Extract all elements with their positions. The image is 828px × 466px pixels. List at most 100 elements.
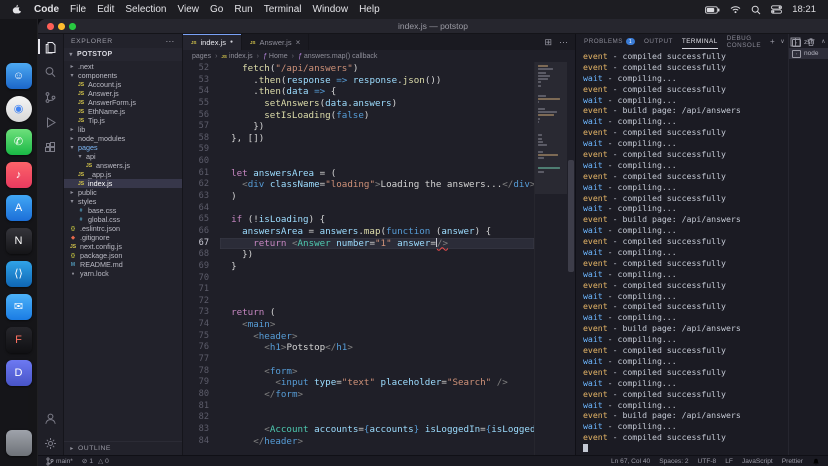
menu-file[interactable]: File bbox=[70, 4, 86, 15]
code-line[interactable]: return ( bbox=[220, 307, 534, 319]
panel-tab-debug-console[interactable]: DEBUG CONSOLE bbox=[727, 34, 761, 49]
source-control-icon[interactable] bbox=[42, 90, 59, 104]
line-number[interactable]: 56 bbox=[183, 110, 209, 122]
line-number[interactable]: 65 bbox=[183, 214, 209, 226]
tree-file-gitignore[interactable]: ◆.gitignore bbox=[64, 233, 182, 242]
menu-go[interactable]: Go bbox=[210, 4, 223, 15]
account-icon[interactable] bbox=[42, 411, 59, 425]
line-number[interactable]: 57 bbox=[183, 121, 209, 133]
menu-help[interactable]: Help bbox=[359, 4, 380, 15]
settings-gear-icon[interactable] bbox=[42, 436, 59, 450]
dock-trash[interactable] bbox=[6, 430, 32, 456]
minimap[interactable] bbox=[534, 62, 567, 455]
tree-file-answer-js[interactable]: JSAnswer.js bbox=[64, 89, 182, 98]
split-editor-icon[interactable]: ⊞ bbox=[544, 37, 552, 48]
terminal-output[interactable]: event - compiled successfullyevent - com… bbox=[576, 49, 788, 455]
status-ln-67-col-40[interactable]: Ln 67, Col 40 bbox=[611, 458, 650, 465]
code-line[interactable]: if (!isLoading) { bbox=[220, 214, 534, 226]
code-lines[interactable]: fetch("/api/answers") .then(response => … bbox=[214, 62, 534, 455]
tree-file-next-config-js[interactable]: JSnext.config.js bbox=[64, 242, 182, 251]
line-number[interactable]: 82 bbox=[183, 412, 209, 424]
line-number[interactable]: 69 bbox=[183, 261, 209, 273]
status-utf-8[interactable]: UTF-8 bbox=[698, 458, 717, 465]
code-line[interactable] bbox=[220, 401, 534, 413]
battery-icon[interactable] bbox=[705, 6, 720, 14]
code-line[interactable]: <main> bbox=[220, 319, 534, 331]
line-number[interactable]: 64 bbox=[183, 203, 209, 215]
tree-folder-next[interactable]: ▸.next bbox=[64, 62, 182, 71]
dock-figma[interactable]: F bbox=[6, 327, 32, 353]
line-number[interactable]: 71 bbox=[183, 284, 209, 296]
menubar-clock[interactable]: 18:21 bbox=[792, 4, 816, 15]
control-center-icon[interactable] bbox=[771, 5, 782, 14]
spotlight-search-icon[interactable] bbox=[751, 5, 761, 15]
status-javascript[interactable]: JavaScript bbox=[742, 458, 773, 465]
search-icon[interactable] bbox=[42, 65, 59, 79]
dock-music[interactable]: ♪ bbox=[6, 162, 32, 188]
status-spaces-2[interactable]: Spaces: 2 bbox=[659, 458, 688, 465]
dock-discord[interactable]: D bbox=[6, 360, 32, 386]
dock-mail[interactable]: ✉ bbox=[6, 294, 32, 320]
panel-tab-terminal[interactable]: TERMINAL bbox=[682, 34, 718, 49]
dock-vscode[interactable]: ⟨⟩ bbox=[6, 261, 32, 287]
terminal-session-zsh[interactable]: ›zsh bbox=[789, 37, 828, 48]
tree-folder-public[interactable]: ▸public bbox=[64, 188, 182, 197]
breadcrumb-pages[interactable]: pages bbox=[192, 53, 211, 60]
line-number[interactable]: 73 bbox=[183, 307, 209, 319]
code-line[interactable]: ) bbox=[220, 191, 534, 203]
code-line[interactable]: }) bbox=[220, 249, 534, 261]
line-number[interactable]: 74 bbox=[183, 319, 209, 331]
line-number[interactable]: 55 bbox=[183, 98, 209, 110]
tree-folder-lib[interactable]: ▸lib bbox=[64, 125, 182, 134]
menu-selection[interactable]: Selection bbox=[125, 4, 166, 15]
code-line[interactable] bbox=[220, 156, 534, 168]
menu-window[interactable]: Window bbox=[313, 4, 349, 15]
breadcrumb-index-js[interactable]: JSindex.js bbox=[221, 53, 252, 60]
breadcrumb-answers-map-callback[interactable]: ƒanswers.map() callback bbox=[298, 53, 377, 60]
code-line[interactable]: answersArea = answers.map(function (answ… bbox=[220, 226, 534, 238]
code-line[interactable] bbox=[220, 144, 534, 156]
panel-tab-output[interactable]: OUTPUT bbox=[644, 34, 673, 49]
tree-folder-pages[interactable]: ▾pages bbox=[64, 143, 182, 152]
status-prettier[interactable]: Prettier bbox=[782, 458, 803, 465]
notifications-bell-icon[interactable] bbox=[812, 457, 820, 466]
line-number[interactable]: 60 bbox=[183, 156, 209, 168]
code-line[interactable] bbox=[220, 273, 534, 285]
line-number[interactable]: 80 bbox=[183, 389, 209, 401]
menu-edit[interactable]: Edit bbox=[97, 4, 114, 15]
outline-section-header[interactable]: ▸ OUTLINE bbox=[64, 441, 182, 455]
editor-scrollbar[interactable] bbox=[567, 62, 575, 455]
tree-folder-styles[interactable]: ▾styles bbox=[64, 197, 182, 206]
tab-index-js[interactable]: JSindex.js● bbox=[183, 34, 242, 50]
line-number[interactable]: 63 bbox=[183, 191, 209, 203]
tree-file-tip-js[interactable]: JSTip.js bbox=[64, 116, 182, 125]
code-line[interactable]: <h1>Potstop</h1> bbox=[220, 342, 534, 354]
line-number[interactable]: 70 bbox=[183, 273, 209, 285]
close-tab-icon[interactable]: × bbox=[296, 38, 301, 47]
line-number[interactable]: 68 bbox=[183, 249, 209, 261]
line-number[interactable]: 72 bbox=[183, 296, 209, 308]
code-line[interactable] bbox=[220, 412, 534, 424]
code-line[interactable]: } bbox=[220, 261, 534, 273]
tree-file-ethname-js[interactable]: JSEthName.js bbox=[64, 107, 182, 116]
code-line[interactable]: <input type="text" placeholder="Search" … bbox=[220, 377, 534, 389]
code-line[interactable]: setIsLoading(false) bbox=[220, 110, 534, 122]
menu-code[interactable]: Code bbox=[34, 4, 59, 15]
code-line[interactable]: <div className="loading">Loading the ans… bbox=[220, 179, 534, 191]
explorer-section-header[interactable]: ▾ POTSTOP bbox=[64, 48, 182, 61]
code-line[interactable] bbox=[220, 354, 534, 366]
tree-folder-node-modules[interactable]: ▸node_modules bbox=[64, 134, 182, 143]
terminal-session-node[interactable]: ›node bbox=[789, 48, 828, 59]
tree-folder-api[interactable]: ▾api bbox=[64, 152, 182, 161]
line-number[interactable]: 75 bbox=[183, 331, 209, 343]
code-line[interactable]: return <Answer number="1" answer=/> bbox=[220, 238, 534, 250]
line-number[interactable]: 66 bbox=[183, 226, 209, 238]
menu-terminal[interactable]: Terminal bbox=[264, 4, 302, 15]
dock-chrome[interactable]: ◉ bbox=[6, 96, 32, 122]
line-number[interactable]: 61 bbox=[183, 168, 209, 180]
code-line[interactable]: .then(data => { bbox=[220, 86, 534, 98]
problems-indicator[interactable]: ⊘ 1 △ 0 bbox=[82, 457, 109, 465]
code-line[interactable] bbox=[220, 203, 534, 215]
tree-file-answerform-js[interactable]: JSAnswerForm.js bbox=[64, 98, 182, 107]
tree-file-yarn-lock[interactable]: ●yarn.lock bbox=[64, 269, 182, 278]
